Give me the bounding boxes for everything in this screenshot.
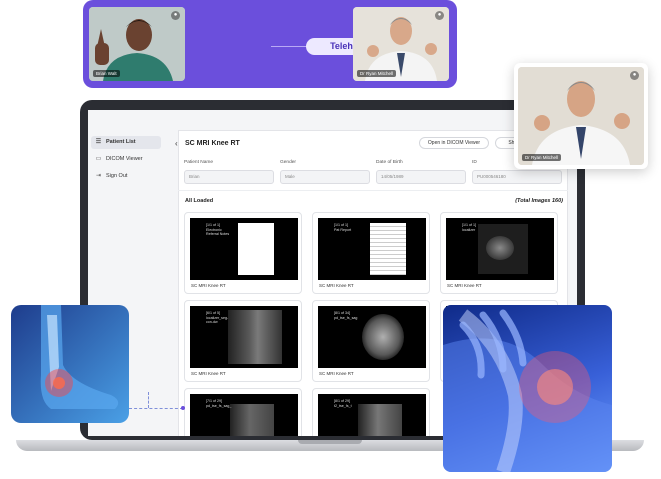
id-label: ID — [472, 160, 477, 165]
participant-name-tag: Dr Ryan Mitchell — [522, 154, 562, 161]
sidebar-item-dicom-viewer[interactable]: ▭ DICOM Viewer — [91, 153, 161, 166]
participant-name-tag: Dr Ryan Mitchell — [357, 70, 397, 77]
image-thumbnail: [1/1 of 1] localizer — [446, 218, 554, 280]
image-label: SC MRI Knee RT — [447, 283, 482, 288]
image-thumbnail: [1/1 of 1] Electronic Referral Notes — [190, 218, 298, 280]
connector-line — [129, 408, 183, 409]
image-card[interactable]: [7/1 of 29] pd_tse_fs_sag_ — [184, 388, 302, 436]
image-card[interactable]: [1/1 of 1] localizer SC MRI Knee RT — [440, 212, 558, 294]
image-thumbnail: [8/1 of 29] t2_tse_fs_t — [318, 394, 426, 436]
open-in-dicom-viewer-button[interactable]: Open in DICOM Viewer — [419, 137, 489, 149]
image-meta: [6/1 of 5] localizer_seg- con-dw — [206, 311, 229, 324]
image-card[interactable]: [6/1 of 5] localizer_seg- con-dw SC MRI … — [184, 300, 302, 382]
page-title: SC MRI Knee RT — [185, 140, 240, 147]
id-field[interactable]: PU000546180 — [472, 170, 562, 184]
image-label: SC MRI Knee RT — [191, 371, 226, 376]
camera-off-icon[interactable]: ● — [435, 11, 444, 20]
doctor-avatar — [518, 67, 644, 165]
image-card[interactable]: [8/1 of 34] pd_tse_fs_sag SC MRI Knee RT — [312, 300, 430, 382]
connector-dot — [181, 406, 185, 410]
image-meta: [8/1 of 29] t2_tse_fs_t — [334, 399, 352, 408]
image-meta: [1/1 of 1] Pat Report — [334, 223, 352, 232]
load-status: All Loaded — [185, 198, 214, 204]
date-of-birth-label: Date of Birth — [376, 160, 403, 165]
gender-label: Gender — [280, 160, 296, 165]
image-meta: [8/1 of 34] pd_tse_fs_sag — [334, 311, 358, 320]
image-card[interactable]: [1/1 of 1] Pat Report SC MRI Knee RT — [312, 212, 430, 294]
sign-out-icon: ⇥ — [95, 173, 102, 179]
image-label: SC MRI Knee RT — [191, 283, 226, 288]
telehealth-banner: ● Brian Walt Telehealth ● Dr Ryan Mitche… — [83, 0, 457, 88]
connector-line — [148, 392, 149, 408]
knee-illustration — [443, 309, 612, 472]
floating-video-call: ● Dr Ryan Mitchell — [514, 63, 648, 169]
monitor-icon: ▭ — [95, 156, 102, 162]
image-label: SC MRI Knee RT — [319, 371, 354, 376]
image-meta: [1/1 of 1] localizer — [462, 223, 476, 232]
patient-name-field[interactable]: Brian — [184, 170, 274, 184]
sidebar-item-patient-list[interactable]: ☰ Patient List — [91, 136, 161, 149]
camera-off-icon[interactable]: ● — [630, 71, 639, 80]
image-card[interactable]: [1/1 of 1] Electronic Referral Notes SC … — [184, 212, 302, 294]
image-label: SC MRI Knee RT — [319, 283, 354, 288]
camera-off-icon[interactable]: ● — [171, 11, 180, 20]
sidebar-item-label: Patient List — [106, 139, 136, 145]
image-meta: [1/1 of 1] Electronic Referral Notes — [206, 223, 230, 236]
image-thumbnail: [1/1 of 1] Pat Report — [318, 218, 426, 280]
list-icon: ☰ — [95, 139, 102, 145]
video-tile-doctor[interactable]: ● Dr Ryan Mitchell — [518, 67, 644, 165]
chevron-left-icon[interactable]: ‹ — [175, 139, 178, 148]
image-card[interactable]: [8/1 of 29] t2_tse_fs_t — [312, 388, 430, 436]
total-images-count: (Total Images 160) — [515, 198, 563, 204]
image-meta: [7/1 of 29] pd_tse_fs_sag_ — [206, 399, 232, 408]
image-thumbnail: [6/1 of 5] localizer_seg- con-dw — [190, 306, 298, 368]
laptop-notch — [298, 440, 362, 444]
video-tile-patient[interactable]: ● Brian Walt — [89, 7, 185, 81]
foot-illustration — [40, 305, 119, 409]
sidebar-item-label: DICOM Viewer — [106, 156, 143, 162]
sidebar-item-sign-out[interactable]: ⇥ Sign Out — [91, 170, 161, 183]
sidebar-item-label: Sign Out — [106, 173, 128, 179]
gender-field[interactable]: Male — [280, 170, 370, 184]
knee-anatomy-image — [443, 305, 612, 472]
foot-anatomy-image — [11, 305, 129, 423]
participant-name-tag: Brian Walt — [93, 70, 120, 77]
image-thumbnail: [7/1 of 29] pd_tse_fs_sag_ — [190, 394, 298, 436]
video-tile-doctor[interactable]: ● Dr Ryan Mitchell — [353, 7, 449, 81]
divider — [178, 190, 568, 191]
image-thumbnail: [8/1 of 34] pd_tse_fs_sag — [318, 306, 426, 368]
patient-name-label: Patient Name — [184, 160, 214, 165]
date-of-birth-field[interactable]: 14/05/1989 — [376, 170, 466, 184]
